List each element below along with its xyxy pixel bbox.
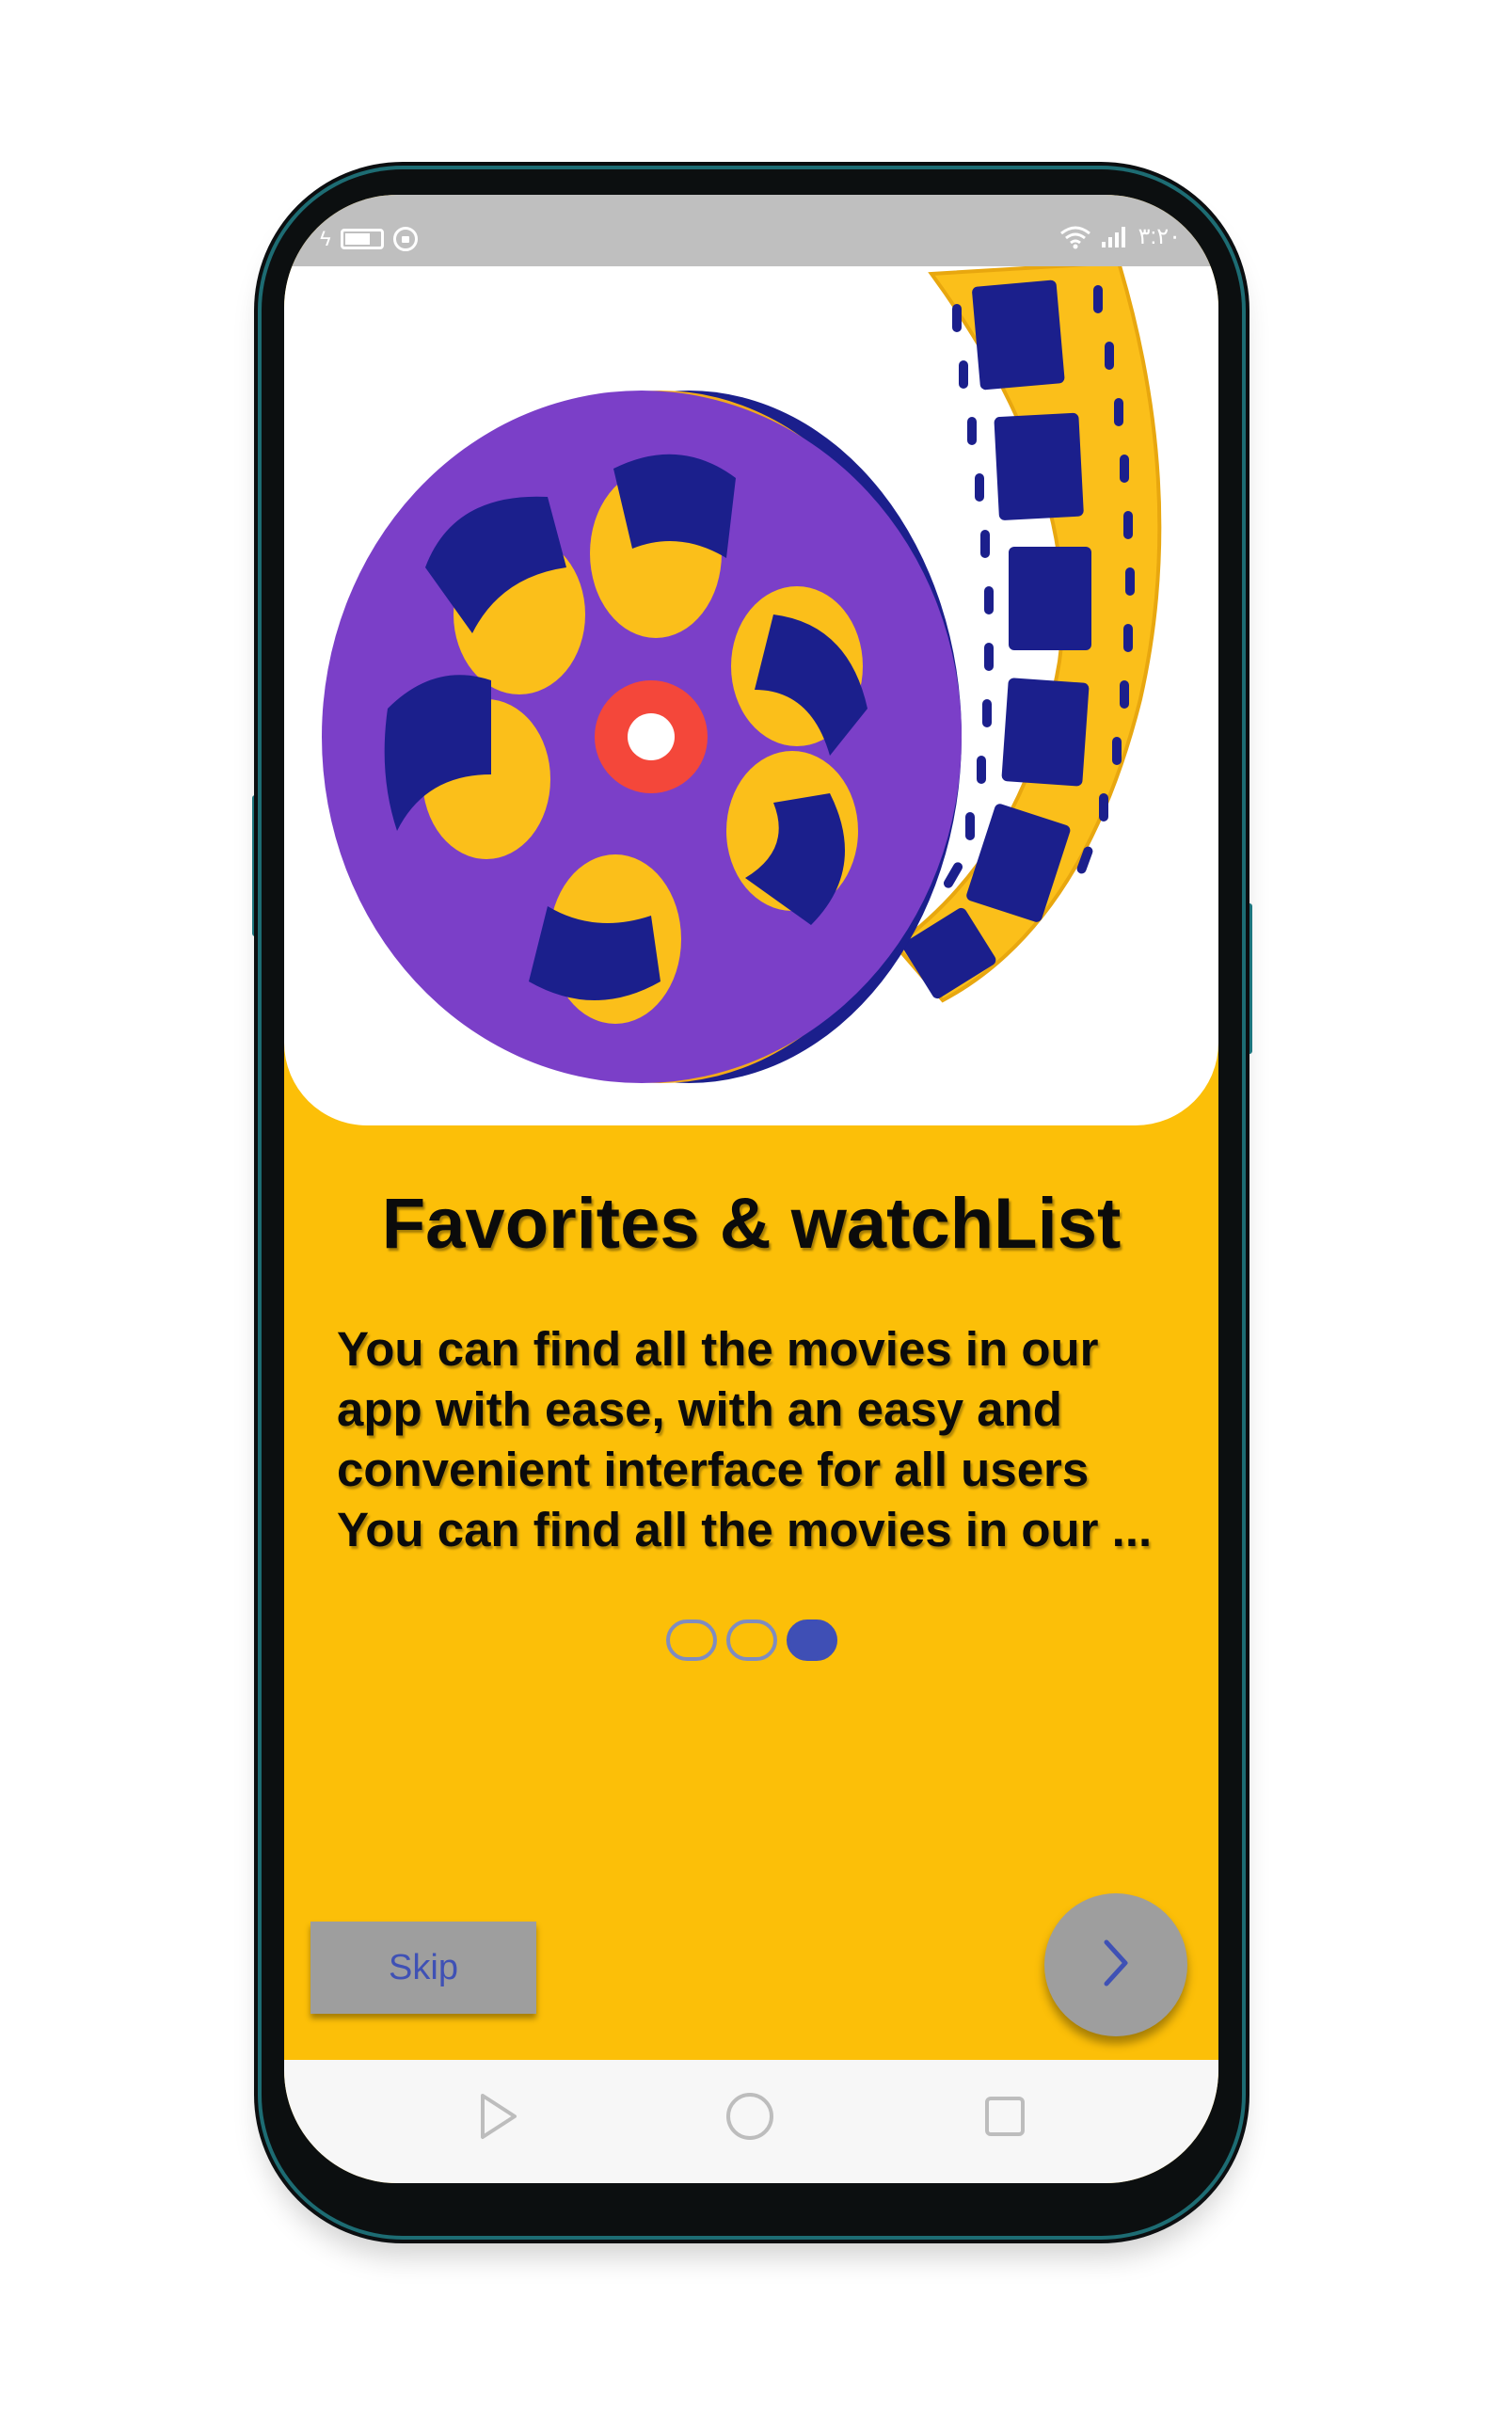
description-line: You can find all the movies in our ... [337, 1503, 1153, 1556]
page-indicator [284, 1619, 1218, 1661]
hero-illustration-area [284, 266, 1218, 1125]
onboarding-title: Favorites & watchList [381, 1184, 1122, 1264]
film-reel-icon [322, 266, 1162, 1083]
battery-icon [340, 229, 384, 249]
status-bar: ϟ ٣:٢٠ [284, 195, 1218, 266]
home-circle-icon [724, 2091, 775, 2146]
description-line: convenient interface for all users [337, 1443, 1090, 1496]
status-time: ٣:٢٠ [1138, 224, 1181, 249]
status-left: ϟ [320, 227, 418, 251]
signal-icon [1101, 226, 1129, 248]
recents-square-icon [983, 2095, 1027, 2143]
back-triangle-icon [477, 2092, 520, 2146]
description-line: You can find all the movies in our [337, 1322, 1099, 1376]
status-right: ٣:٢٠ [1059, 223, 1181, 250]
chevron-right-icon [1097, 1935, 1135, 1996]
phone-side-button-left [252, 795, 258, 936]
wifi-icon [1059, 225, 1091, 249]
home-button[interactable] [724, 2092, 776, 2145]
navigation-bar [284, 2060, 1218, 2183]
recents-button[interactable] [979, 2092, 1031, 2145]
page-dot-2[interactable] [725, 1619, 777, 1661]
phone-side-button-right [1247, 903, 1252, 1054]
back-button[interactable] [472, 2092, 525, 2145]
description-line: app with ease, with an easy and [337, 1382, 1062, 1436]
page-dot-3-active[interactable] [786, 1619, 837, 1661]
lock-icon [392, 227, 418, 251]
screen: ϟ ٣:٢٠ Favorites & watchList You can fin… [284, 195, 1218, 2183]
next-button[interactable] [1044, 1893, 1187, 2036]
page-dot-1[interactable] [665, 1619, 717, 1661]
onboarding-description: You can find all the movies in our app w… [337, 1319, 1184, 1560]
skip-button[interactable]: Skip [310, 1922, 536, 2014]
charging-icon: ϟ [320, 227, 331, 250]
